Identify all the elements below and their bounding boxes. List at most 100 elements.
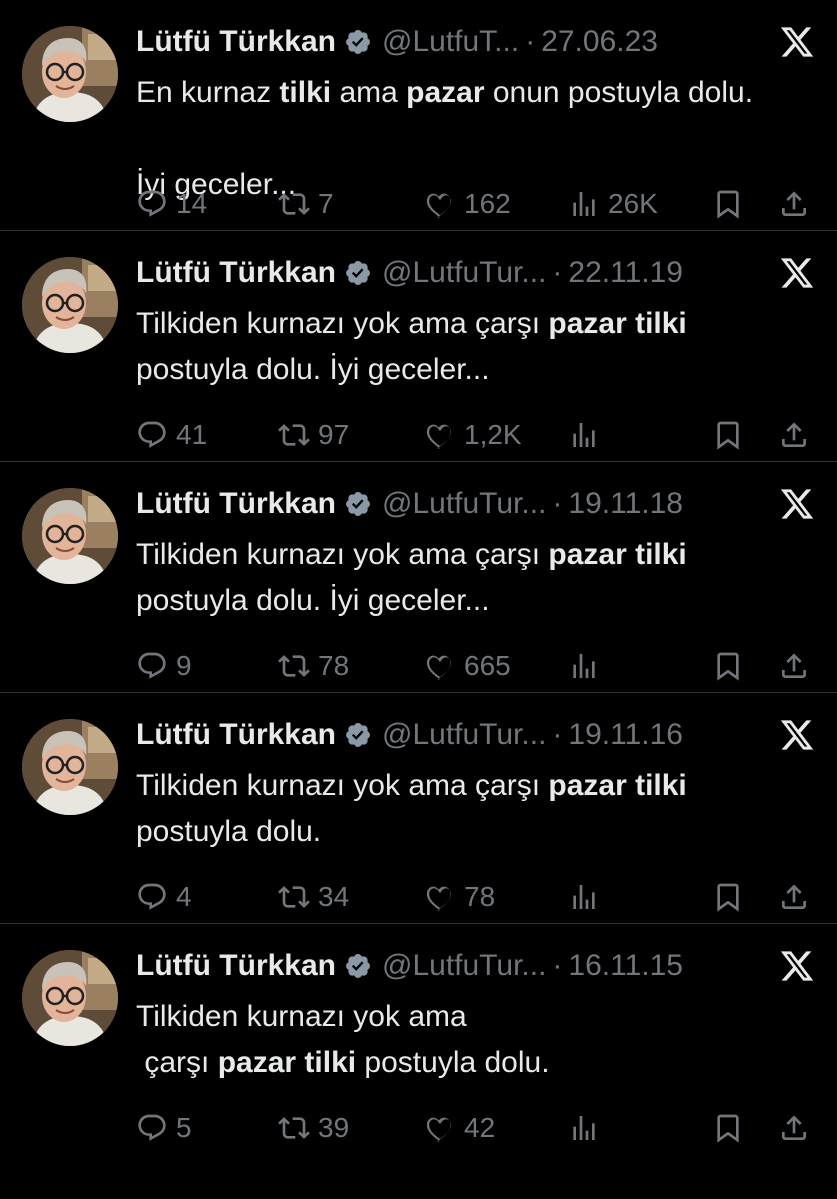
views-button[interactable] bbox=[568, 415, 608, 455]
bookmark-button[interactable] bbox=[712, 646, 744, 686]
repost-count: 39 bbox=[318, 1112, 350, 1143]
tweet-date[interactable]: 22.11.19 bbox=[568, 256, 683, 290]
like-button[interactable]: 78 bbox=[424, 877, 495, 917]
like-button[interactable]: 42 bbox=[424, 1108, 495, 1148]
tweet-actions: 41 97 1,2K bbox=[136, 415, 817, 455]
separator: · bbox=[525, 25, 536, 58]
bookmark-button[interactable] bbox=[712, 877, 744, 917]
tweet[interactable]: Lütfü Türkkan @LutfuTur... · 16.11.15 Ti… bbox=[0, 924, 837, 1155]
reply-button[interactable]: 9 bbox=[136, 646, 192, 686]
views-button[interactable] bbox=[568, 646, 608, 686]
x-logo-icon bbox=[780, 951, 814, 981]
reply-count: 4 bbox=[176, 881, 192, 912]
views-button[interactable]: 26K bbox=[568, 184, 658, 224]
separator: · bbox=[552, 718, 563, 751]
bookmark-button[interactable] bbox=[712, 415, 744, 455]
text-segment: postuyla dolu. İyi geceler... bbox=[136, 353, 490, 386]
like-button[interactable]: 1,2K bbox=[424, 415, 522, 455]
separator: · bbox=[552, 487, 563, 520]
reply-button[interactable]: 4 bbox=[136, 877, 192, 917]
tweet-header: Lütfü Türkkan @LutfuTur... · 19.11.18 bbox=[136, 484, 767, 524]
tweet-header: Lütfü Türkkan @LutfuTur... · 16.11.15 bbox=[136, 946, 767, 986]
share-button[interactable] bbox=[778, 646, 810, 686]
repost-icon bbox=[278, 424, 310, 446]
author-name[interactable]: Lütfü Türkkan bbox=[136, 949, 336, 983]
author-name[interactable]: Lütfü Türkkan bbox=[136, 718, 336, 752]
tweet[interactable]: Lütfü Türkkan @LutfuT... · 27.06.23 En k… bbox=[0, 0, 837, 231]
avatar[interactable] bbox=[22, 719, 118, 815]
avatar[interactable] bbox=[22, 257, 118, 353]
heart-icon bbox=[426, 424, 451, 449]
share-button[interactable] bbox=[778, 415, 810, 455]
author-name[interactable]: Lütfü Türkkan bbox=[136, 25, 336, 59]
author-handle[interactable]: @LutfuTur... bbox=[382, 718, 546, 752]
author-handle[interactable]: @LutfuTur... bbox=[382, 949, 546, 983]
reply-button[interactable]: 5 bbox=[136, 1108, 192, 1148]
tweet-date[interactable]: 27.06.23 bbox=[541, 25, 658, 59]
tweet-header: Lütfü Türkkan @LutfuT... · 27.06.23 bbox=[136, 22, 767, 62]
repost-icon bbox=[278, 1117, 310, 1139]
views-icon bbox=[573, 1116, 595, 1140]
repost-icon bbox=[278, 886, 310, 908]
reply-button[interactable]: 14 bbox=[136, 184, 207, 224]
bookmark-icon bbox=[717, 421, 739, 450]
x-logo-icon bbox=[780, 720, 814, 750]
bold-text-segment: tilki bbox=[279, 76, 332, 109]
author-name[interactable]: Lütfü Türkkan bbox=[136, 487, 336, 521]
like-button[interactable]: 665 bbox=[424, 646, 511, 686]
tweet-actions: 14 7 162 26K bbox=[136, 184, 817, 224]
author-name[interactable]: Lütfü Türkkan bbox=[136, 256, 336, 290]
avatar[interactable] bbox=[22, 950, 118, 1046]
tweet-date[interactable]: 19.11.18 bbox=[568, 487, 683, 521]
text-segment: postuyla dolu. bbox=[136, 815, 322, 848]
author-handle[interactable]: @LutfuTur... bbox=[382, 487, 546, 521]
share-button[interactable] bbox=[778, 1108, 810, 1148]
separator: · bbox=[552, 949, 563, 982]
tweet[interactable]: Lütfü Türkkan @LutfuTur... · 19.11.16 Ti… bbox=[0, 693, 837, 924]
tweet-date[interactable]: 16.11.15 bbox=[568, 949, 683, 983]
bookmark-icon bbox=[717, 190, 739, 219]
views-icon bbox=[573, 654, 595, 678]
author-handle[interactable]: @LutfuTur... bbox=[382, 256, 546, 290]
like-button[interactable]: 162 bbox=[424, 184, 511, 224]
repost-button[interactable]: 7 bbox=[278, 184, 334, 224]
verified-badge-icon bbox=[346, 723, 370, 747]
tweet[interactable]: Lütfü Türkkan @LutfuTur... · 22.11.19 Ti… bbox=[0, 231, 837, 462]
share-button[interactable] bbox=[778, 877, 810, 917]
tweet-text: Tilkiden kurnazı yok ama çarşı pazar til… bbox=[136, 763, 817, 855]
verified-badge-icon bbox=[346, 492, 370, 516]
tweet-header: Lütfü Türkkan @LutfuTur... · 22.11.19 bbox=[136, 253, 767, 293]
text-segment: En kurnaz bbox=[136, 76, 280, 109]
like-count: 162 bbox=[464, 188, 511, 219]
repost-button[interactable]: 39 bbox=[278, 1108, 349, 1148]
repost-button[interactable]: 97 bbox=[278, 415, 349, 455]
views-button[interactable] bbox=[568, 877, 608, 917]
views-button[interactable] bbox=[568, 1108, 608, 1148]
repost-count: 7 bbox=[318, 188, 334, 219]
reply-icon bbox=[138, 652, 166, 679]
repost-icon bbox=[278, 655, 310, 677]
x-logo-icon bbox=[780, 27, 814, 57]
reply-icon bbox=[138, 883, 166, 910]
share-button[interactable] bbox=[778, 184, 810, 224]
tweet-actions: 5 39 42 bbox=[136, 1108, 817, 1148]
avatar[interactable] bbox=[22, 26, 118, 122]
text-segment: postuyla dolu. bbox=[356, 1046, 550, 1079]
bookmark-button[interactable] bbox=[712, 184, 744, 224]
views-icon bbox=[573, 192, 595, 216]
tweet-text: Tilkiden kurnazı yok ama çarşı pazar til… bbox=[136, 532, 817, 624]
repost-button[interactable]: 78 bbox=[278, 646, 349, 686]
verified-badge-icon bbox=[346, 261, 370, 285]
avatar[interactable] bbox=[22, 488, 118, 584]
tweet[interactable]: Lütfü Türkkan @LutfuTur... · 19.11.18 Ti… bbox=[0, 462, 837, 693]
reply-button[interactable]: 41 bbox=[136, 415, 207, 455]
views-count: 26K bbox=[608, 188, 658, 219]
author-handle[interactable]: @LutfuT... bbox=[382, 25, 519, 59]
bookmark-button[interactable] bbox=[712, 1108, 744, 1148]
reply-icon bbox=[138, 1114, 166, 1141]
like-count: 665 bbox=[464, 650, 511, 681]
tweet-date[interactable]: 19.11.16 bbox=[568, 718, 683, 752]
repost-button[interactable]: 34 bbox=[278, 877, 349, 917]
bold-text-segment: pazar bbox=[406, 76, 485, 109]
text-segment: Tilkiden kurnazı yok ama çarşı bbox=[136, 538, 549, 571]
